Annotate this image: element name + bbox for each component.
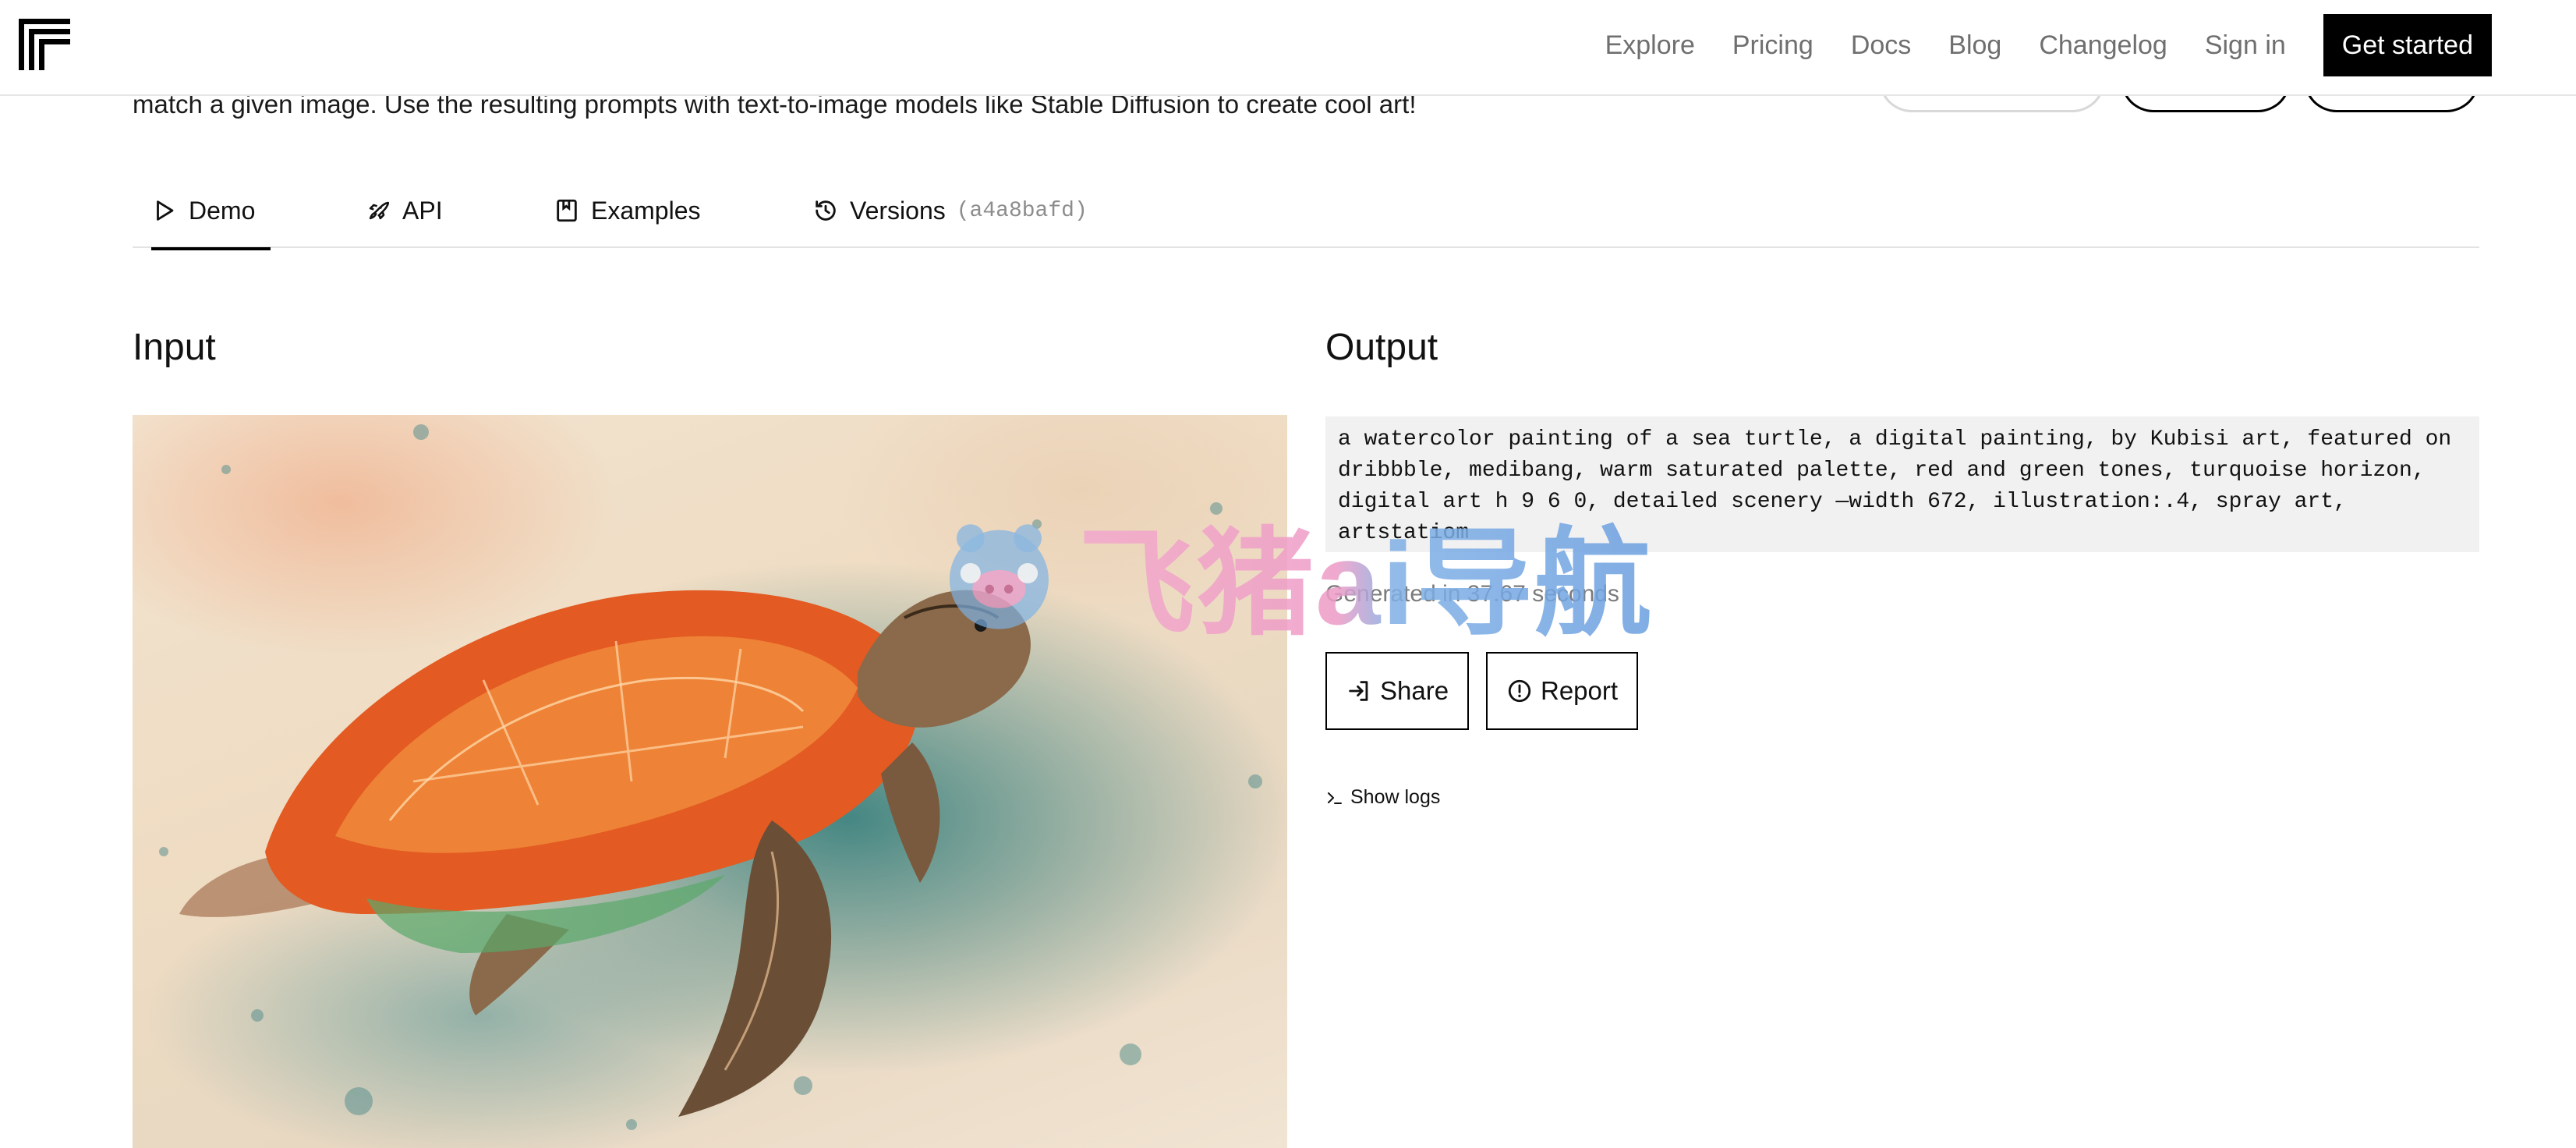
share-button[interactable]: Share xyxy=(1325,652,1470,730)
alert-circle-icon xyxy=(1508,679,1531,703)
nav-changelog[interactable]: Changelog xyxy=(2039,30,2167,61)
rocket-icon xyxy=(369,201,390,220)
tab-api[interactable]: API xyxy=(365,173,443,248)
nav-docs[interactable]: Docs xyxy=(1851,30,1911,61)
top-nav: Explore Pricing Docs Blog Changelog Sign… xyxy=(0,0,2576,96)
model-tabs: Demo API Examples Versions (a4a8bafd) xyxy=(133,173,2479,250)
report-button[interactable]: Report xyxy=(1486,652,1639,730)
show-logs-toggle[interactable]: Show logs xyxy=(1325,786,1440,809)
nav-sign-in[interactable]: Sign in xyxy=(2205,30,2286,61)
tab-label: Demo xyxy=(189,196,256,225)
page: Explore Pricing Docs Blog Changelog Sign… xyxy=(0,0,2576,1148)
output-prompt[interactable]: a watercolor painting of a sea turtle, a… xyxy=(1325,416,2479,552)
nav-links: Explore Pricing Docs Blog Changelog Sign… xyxy=(1605,14,2492,76)
tab-label: API xyxy=(402,196,443,225)
version-id: (a4a8bafd) xyxy=(956,198,1088,223)
turtle-illustration xyxy=(159,424,1262,1130)
share-label: Share xyxy=(1380,676,1449,705)
replicate-logo-icon[interactable] xyxy=(19,19,70,70)
get-started-button[interactable]: Get started xyxy=(2323,14,2492,76)
nav-pricing[interactable]: Pricing xyxy=(1732,30,1813,61)
nav-blog[interactable]: Blog xyxy=(1948,30,2001,61)
output-heading: Output xyxy=(1325,327,1438,368)
terminal-icon xyxy=(1328,792,1342,804)
tab-demo[interactable]: Demo xyxy=(151,173,271,250)
show-logs-label: Show logs xyxy=(1350,786,1441,808)
tab-label: Versions xyxy=(850,196,946,225)
generation-time: Generated in 37.67 seconds xyxy=(1325,581,1619,607)
input-image[interactable] xyxy=(133,415,1287,1148)
tab-examples[interactable]: Examples xyxy=(554,173,701,248)
nav-explore[interactable]: Explore xyxy=(1605,30,1695,61)
tab-versions[interactable]: Versions (a4a8bafd) xyxy=(812,173,1088,248)
play-icon xyxy=(157,200,174,221)
bookmark-icon xyxy=(557,199,577,222)
report-label: Report xyxy=(1541,676,1619,705)
share-icon xyxy=(1349,681,1368,701)
input-heading: Input xyxy=(133,327,216,368)
history-icon xyxy=(816,200,836,221)
tab-label: Examples xyxy=(591,196,701,225)
